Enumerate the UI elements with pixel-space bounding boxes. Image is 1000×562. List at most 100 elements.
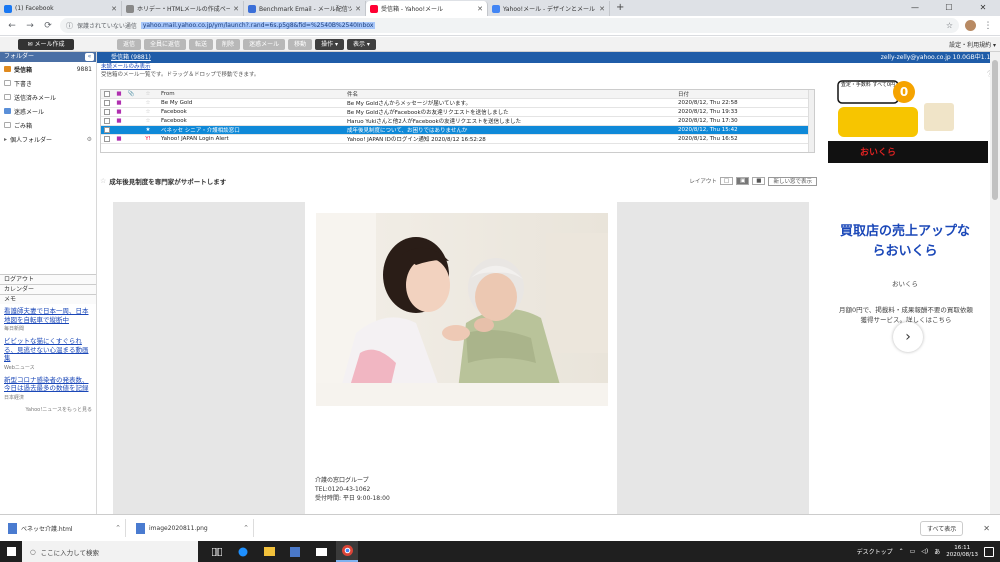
network-icon[interactable]: ▭ <box>910 548 916 555</box>
layout-option-split[interactable]: ▣ <box>736 177 750 185</box>
row-checkbox[interactable] <box>101 117 113 125</box>
layout-option-full[interactable]: ■ <box>752 177 766 185</box>
download-item[interactable]: image2020811.png ⌃ <box>136 519 254 537</box>
row-checkbox[interactable] <box>101 126 113 134</box>
close-tab-icon[interactable]: ✕ <box>599 5 605 13</box>
news-item[interactable]: ビビットな猫にくすぐられる、見逃せない心温まる動画集 Webニュース <box>4 337 92 371</box>
reply-button[interactable]: 返信 <box>117 38 142 50</box>
file-explorer-icon[interactable] <box>258 541 280 562</box>
chevron-up-icon[interactable]: ⌃ <box>243 524 249 532</box>
browser-tab-yahoo-mail[interactable]: 受信箱 - Yahoo!メール ✕ <box>366 1 488 16</box>
task-view-icon[interactable] <box>206 541 228 562</box>
message-row[interactable]: ■ Y! Yahoo! JAPAN Login Alert Yahoo! JAP… <box>101 135 814 144</box>
unread-filter-link[interactable]: 未読メールのみ表示 <box>97 63 825 71</box>
volume-icon[interactable]: ◁) <box>921 548 928 555</box>
profile-avatar[interactable] <box>965 20 976 31</box>
close-tab-icon[interactable]: ✕ <box>355 5 361 13</box>
star-icon[interactable]: ☆ <box>137 118 159 124</box>
compose-button[interactable]: ✉ メール作成 <box>18 38 74 50</box>
close-window-button[interactable]: ✕ <box>966 0 1000 16</box>
page-scrollbar[interactable] <box>990 52 1000 514</box>
forward-button[interactable]: → <box>24 21 36 31</box>
minimize-button[interactable]: — <box>898 0 932 16</box>
move-button[interactable]: 移動 <box>288 38 313 50</box>
close-tab-icon[interactable]: ✕ <box>233 5 239 13</box>
layout-option-list[interactable]: □ <box>719 177 734 185</box>
back-button[interactable]: ← <box>6 21 18 31</box>
browser-tab-html-mail[interactable]: ホリデー・HTMLメールの作成ページ ✕ <box>122 1 244 16</box>
star-icon[interactable]: ☆ <box>137 100 159 106</box>
collapse-sidebar-button[interactable]: « <box>85 53 94 61</box>
message-row[interactable]: ■ ☆ Facebook Be My GoldさんがFacebookのお友達リク… <box>101 108 814 117</box>
message-row-selected[interactable]: ★ ベネッセ シニア・介護相談窓口 成年後見制度について、お困りではありませんか… <box>101 126 814 135</box>
news-more-link[interactable]: Yahoo!ニュースをもっと見る <box>4 406 92 413</box>
browser-tab-google[interactable]: Yahoo!メール - デザインとメール - Google ✕ <box>488 1 610 16</box>
scrollbar-thumb[interactable] <box>992 60 998 200</box>
star-column-icon[interactable]: ☆ <box>137 91 159 97</box>
sidebar-item-trash[interactable]: ごみ箱 <box>0 118 96 132</box>
taskbar-search-input[interactable]: ○ ここに入力して検索 <box>22 541 198 562</box>
mail-icon[interactable] <box>310 541 332 562</box>
browser-tab-facebook[interactable]: (1) Facebook ✕ <box>0 1 122 16</box>
ad-banner[interactable]: 0 <box>828 73 988 193</box>
desktop-label[interactable]: デスクトップ <box>857 547 893 556</box>
folder-settings-icon[interactable]: ⚙ <box>87 136 92 143</box>
download-item[interactable]: ベネッセ介護.html ⌃ <box>8 519 126 537</box>
news-title[interactable]: 新型コロナ感染者の発表数、今日は過去最多の数値を記録 <box>4 376 92 393</box>
news-item[interactable]: 看護師夫妻で日本一周、日本地図を自転車で縦断中 毎日新聞 <box>4 307 92 332</box>
attachment-column-icon[interactable]: 📎 <box>125 91 137 97</box>
news-item[interactable]: 新型コロナ感染者の発表数、今日は過去最多の数値を記録 日本経済 <box>4 376 92 401</box>
news-title[interactable]: ビビットな猫にくすぐられる、見逃せない心温まる動画集 <box>4 337 92 363</box>
row-checkbox[interactable] <box>101 135 113 143</box>
url-input[interactable]: ⓘ 保護されていない通信 yahoo.mail.yahoo.co.jp/ym/l… <box>60 18 959 33</box>
sidebar-section-calendar[interactable]: カレンダー <box>0 284 96 294</box>
sidebar-item-spam[interactable]: 迷惑メール <box>0 104 96 118</box>
message-list-scrollbar[interactable] <box>808 90 814 152</box>
row-checkbox[interactable] <box>101 99 113 107</box>
forward-mail-button[interactable]: 転送 <box>189 38 214 50</box>
star-icon[interactable]: ☆ <box>137 109 159 115</box>
start-button[interactable] <box>0 541 22 562</box>
reply-all-button[interactable]: 全員に返信 <box>144 38 187 50</box>
close-tab-icon[interactable]: ✕ <box>111 5 117 13</box>
notification-icon[interactable] <box>984 546 994 557</box>
chevron-up-icon[interactable]: ⌃ <box>115 524 121 532</box>
settings-link[interactable]: 設定・利用規約 ▾ <box>949 40 996 49</box>
column-header-date[interactable]: 日付 <box>678 90 814 98</box>
sidebar-item-drafts[interactable]: 下書き <box>0 76 96 90</box>
open-new-window-button[interactable]: 新しい窓で表示 <box>768 176 817 186</box>
reload-button[interactable]: ⟳ <box>42 21 54 31</box>
show-all-downloads-button[interactable]: すべて表示 <box>919 520 964 536</box>
star-icon[interactable]: ★ <box>137 127 159 133</box>
delete-button[interactable]: 削除 <box>216 38 241 50</box>
menu-kebab-icon[interactable]: ⋮ <box>982 21 994 31</box>
info-icon[interactable]: ⓘ <box>66 21 73 31</box>
ad-headline[interactable]: 買取店の売上アップならおいくら <box>835 222 975 262</box>
maximize-button[interactable]: ☐ <box>932 0 966 16</box>
sidebar-section-logout[interactable]: ログアウト <box>0 274 96 284</box>
news-title[interactable]: 看護師夫妻で日本一周、日本地図を自転車で縦断中 <box>4 307 92 324</box>
column-header-from[interactable]: From <box>159 91 347 97</box>
sidebar-item-sent[interactable]: 送信済みメール <box>0 90 96 104</box>
ad-next-arrow-icon[interactable]: › <box>893 322 923 352</box>
message-row[interactable]: ■ ☆ Facebook Haruo Yukiさんと他2人がFacebookの友… <box>101 117 814 126</box>
sidebar-section-memo[interactable]: メモ <box>0 294 96 304</box>
message-row[interactable]: ■ ☆ Be My Gold Be My Goldさんからメッセージが届いていま… <box>101 99 814 108</box>
row-checkbox[interactable] <box>101 108 113 116</box>
chrome-icon[interactable] <box>336 541 358 562</box>
chevron-up-icon[interactable]: ⌃ <box>899 548 904 555</box>
column-header-subject[interactable]: 件名 <box>347 90 678 98</box>
flag-column-icon[interactable]: ■ <box>113 91 125 97</box>
new-tab-button[interactable]: + <box>610 1 630 16</box>
store-icon[interactable] <box>284 541 306 562</box>
edge-icon[interactable] <box>232 541 254 562</box>
spam-button[interactable]: 迷惑メール <box>243 38 286 50</box>
inbox-title[interactable]: 受信箱 (9881) <box>97 52 825 63</box>
url-text[interactable]: yahoo.mail.yahoo.co.jp/ym/launch?.rand=6… <box>140 22 376 29</box>
actions-menu-button[interactable]: 操作 ▾ <box>315 38 345 50</box>
system-clock[interactable]: 16:11 2020/08/13 <box>946 545 978 559</box>
preview-star-icon[interactable]: ☆ <box>100 177 106 185</box>
close-downloads-icon[interactable]: ✕ <box>983 524 990 533</box>
select-all-checkbox[interactable] <box>101 90 113 98</box>
view-menu-button[interactable]: 表示 ▾ <box>347 38 376 50</box>
